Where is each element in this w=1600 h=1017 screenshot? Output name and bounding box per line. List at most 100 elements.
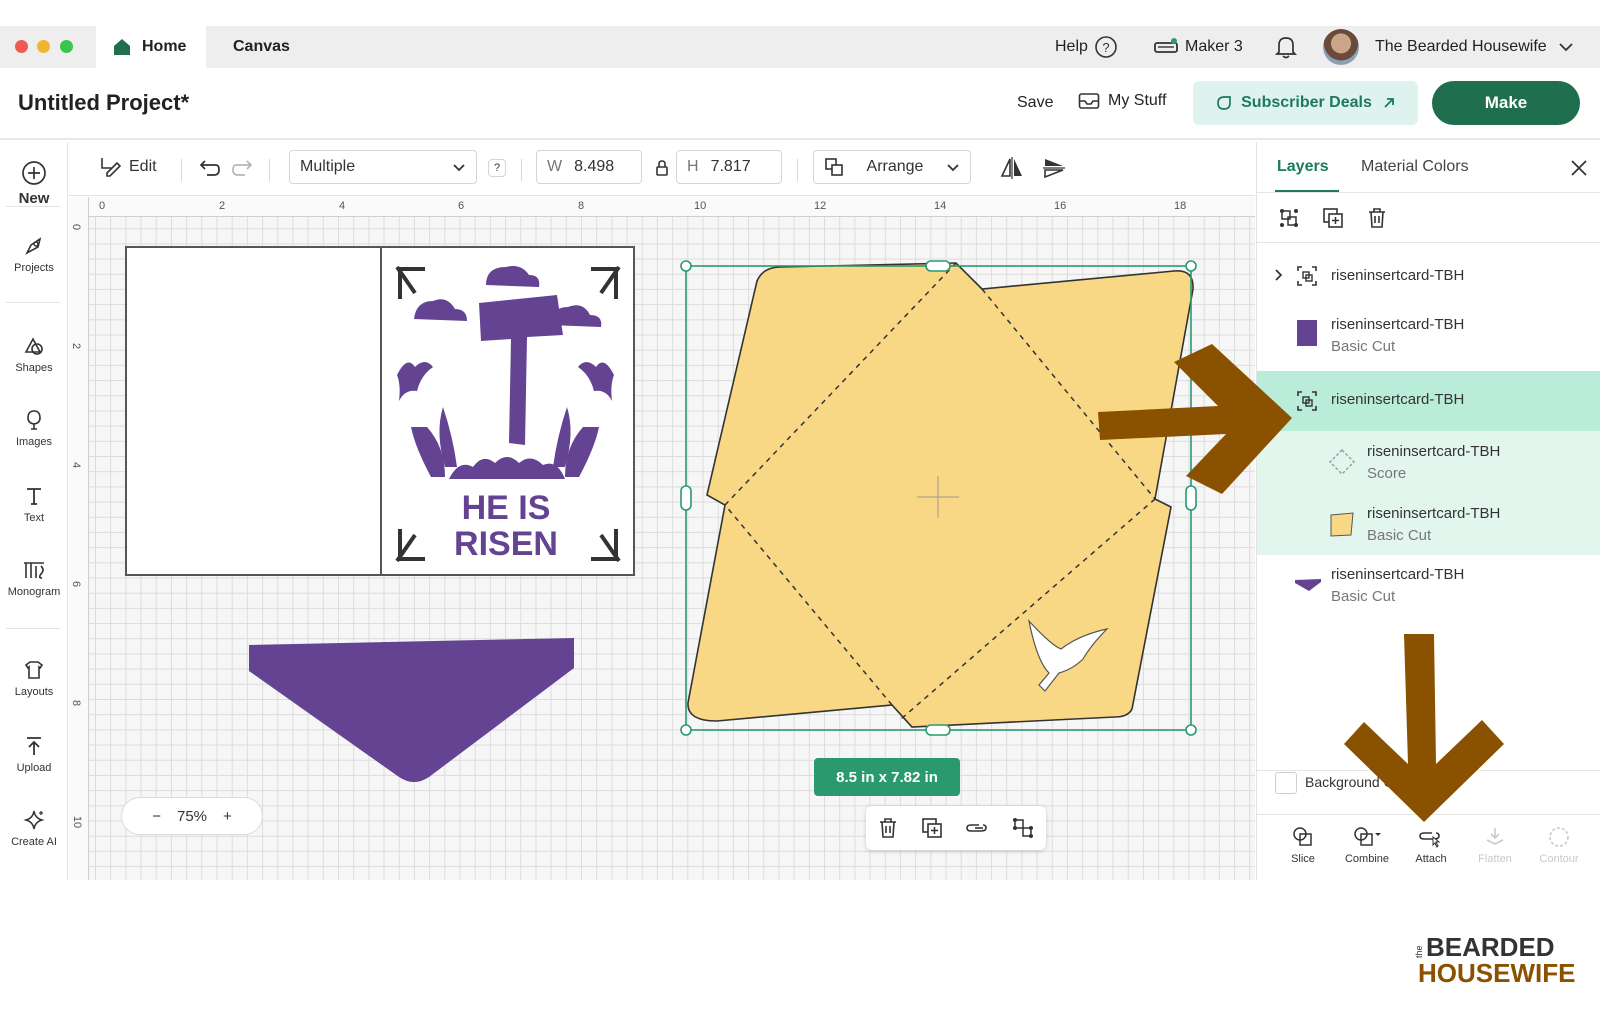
user-name: The Bearded Housewife [1375, 38, 1547, 55]
slice-button[interactable]: Slice [1273, 825, 1333, 865]
maximize-window-button[interactable] [60, 40, 73, 53]
group-icon[interactable] [1011, 816, 1035, 840]
width-field[interactable]: W 8.498 [536, 150, 642, 184]
sidebar-item-label: New [18, 190, 50, 207]
close-icon[interactable] [1569, 158, 1589, 178]
make-label: Make [1484, 93, 1528, 112]
redo-button[interactable] [231, 156, 255, 180]
layer-row[interactable]: riseninsertcard-TBH Basic Cut [1257, 302, 1600, 364]
chevron-right-icon[interactable] [1271, 268, 1285, 282]
tab-material-colors[interactable]: Material Colors [1361, 158, 1469, 176]
notifications-button[interactable] [1275, 26, 1297, 68]
chevron-down-icon [947, 164, 959, 172]
arrange-select[interactable]: Arrange [813, 150, 971, 184]
zoom-out-button[interactable]: − [152, 808, 161, 825]
sidebar-item-images[interactable]: Images [0, 408, 68, 448]
layer-type: Basic Cut [1331, 338, 1396, 355]
save-label: Save [1017, 94, 1054, 111]
sidebar-divider [6, 302, 60, 303]
close-window-button[interactable] [15, 40, 28, 53]
attach-button[interactable]: Attach [1401, 825, 1461, 865]
my-stuff-label: My Stuff [1108, 92, 1167, 109]
sidebar-item-label: Upload [16, 762, 52, 774]
envelope-flap-purple[interactable] [249, 638, 574, 782]
edit-button[interactable]: Edit [99, 155, 157, 179]
make-button[interactable]: Make [1432, 81, 1580, 125]
card-text-line1: HE IS [462, 489, 551, 527]
deals-label: Subscriber Deals [1241, 94, 1372, 111]
sidebar-item-projects[interactable]: Projects [0, 234, 68, 274]
tag-icon [1217, 96, 1231, 110]
layer-row-child[interactable]: riseninsertcard-TBH Basic Cut [1257, 493, 1600, 555]
combine-button[interactable]: Combine [1337, 825, 1397, 865]
tab-canvas-label: Canvas [233, 38, 290, 55]
project-header: Untitled Project* Save My Stuff Subscrib… [0, 68, 1600, 140]
sidebar-item-monogram[interactable]: Monogram [0, 558, 68, 598]
help-label: Help [1055, 38, 1088, 55]
attach-link-icon[interactable] [965, 817, 989, 839]
contour-icon [1549, 827, 1569, 847]
flatten-icon [1486, 828, 1504, 845]
undo-icon [199, 160, 220, 176]
height-label: H [687, 158, 699, 175]
undo-button[interactable] [197, 156, 221, 180]
flatten-label: Flatten [1478, 853, 1512, 865]
project-title[interactable]: Untitled Project* [18, 90, 189, 116]
sidebar-item-upload[interactable]: Upload [0, 734, 68, 774]
flatten-button[interactable]: Flatten [1465, 825, 1525, 865]
sidebar-item-label: Monogram [7, 586, 61, 598]
help-button[interactable]: Help ? [1055, 26, 1118, 68]
sidebar-item-text[interactable]: Text [0, 484, 68, 524]
flip-vertical-button[interactable] [1041, 155, 1067, 181]
zoom-control: − 75% + [121, 797, 263, 835]
trash-icon[interactable] [1365, 206, 1389, 230]
width-value: 8.498 [574, 158, 615, 175]
sidebar-item-label: Layouts [14, 686, 54, 698]
insert-card[interactable]: HE IS RISEN [125, 246, 635, 576]
sidebar-item-new[interactable]: New [0, 160, 68, 207]
edit-toolbar: Edit Multiple ? W 8.498 H 7.817 Arrange [69, 142, 1255, 196]
svg-text:?: ? [1102, 40, 1109, 55]
layer-row-child[interactable]: riseninsertcard-TBH Score [1257, 431, 1600, 493]
layer-row-group[interactable]: riseninsertcard-TBH [1257, 252, 1600, 300]
user-menu[interactable]: The Bearded Housewife [1323, 26, 1575, 68]
height-field[interactable]: H 7.817 [676, 150, 782, 184]
operation-select[interactable]: Multiple [289, 150, 477, 184]
bell-icon [1275, 37, 1297, 59]
duplicate-icon[interactable] [1321, 206, 1345, 230]
layer-row-group-selected[interactable]: riseninsertcard-TBH [1257, 371, 1600, 431]
layer-row[interactable]: riseninsertcard-TBH Basic Cut [1257, 556, 1600, 618]
subscriber-deals-button[interactable]: Subscriber Deals [1193, 81, 1418, 125]
machine-selector[interactable]: Maker 3 [1153, 26, 1243, 68]
app-window: Home Canvas Help ? Maker 3 The Bearded H… [0, 0, 1600, 1017]
background-checkbox[interactable] [1275, 772, 1297, 794]
panel-divider [1257, 192, 1600, 193]
group-icon[interactable] [1277, 206, 1301, 230]
minimize-window-button[interactable] [37, 40, 50, 53]
tab-canvas[interactable]: Canvas [210, 26, 314, 68]
zoom-in-button[interactable]: + [223, 808, 232, 825]
lock-aspect-button[interactable] [655, 159, 669, 177]
operation-help-button[interactable]: ? [488, 159, 506, 177]
edit-pencil-icon [101, 158, 122, 177]
flip-horizontal-button[interactable] [999, 155, 1025, 181]
text-icon [27, 488, 41, 505]
save-button[interactable]: Save [1017, 94, 1053, 112]
design-canvas[interactable]: 0 2 4 6 8 10 12 14 16 18 0 2 4 6 8 10 HE… [69, 197, 1255, 880]
height-value: 7.817 [710, 158, 751, 175]
plus-circle-icon [22, 161, 46, 185]
operation-value: Multiple [300, 158, 356, 175]
sidebar-item-shapes[interactable]: Shapes [0, 334, 68, 374]
tab-home[interactable]: Home [96, 26, 206, 68]
duplicate-icon[interactable] [921, 817, 943, 839]
layer-swatch-purple-rect [1297, 320, 1317, 346]
my-stuff-button[interactable]: My Stuff [1078, 92, 1166, 110]
brand-watermark-logo: the BEARDED HOUSEWIFE [1414, 932, 1588, 1002]
envelope-yellow[interactable] [687, 262, 1194, 728]
tab-layers[interactable]: Layers [1277, 158, 1329, 176]
sidebar-item-layouts[interactable]: Layouts [0, 658, 68, 698]
contour-button[interactable]: Contour [1529, 825, 1589, 865]
sidebar-item-create-ai[interactable]: Create AI [0, 808, 68, 848]
trash-icon[interactable] [877, 817, 899, 839]
edit-label: Edit [129, 158, 157, 175]
